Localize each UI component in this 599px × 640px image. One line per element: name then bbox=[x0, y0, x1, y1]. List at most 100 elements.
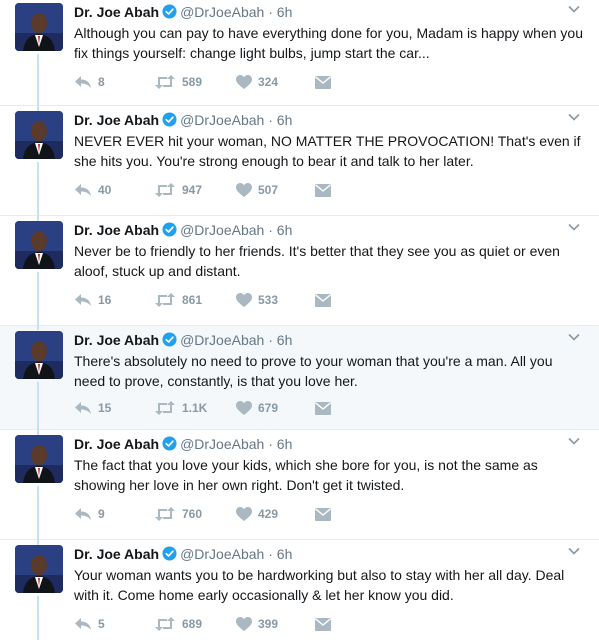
tweet[interactable]: Dr. Joe Abah @DrJoeAbah · 6h Never be to … bbox=[0, 216, 599, 326]
avatar[interactable] bbox=[15, 111, 63, 159]
retweet-icon bbox=[154, 183, 176, 197]
chevron-down-icon[interactable] bbox=[567, 330, 581, 344]
timestamp[interactable]: 6h bbox=[277, 546, 293, 562]
user-handle[interactable]: @DrJoeAbah bbox=[180, 4, 264, 20]
reply-button[interactable]: 16 bbox=[74, 290, 111, 310]
thread-connector bbox=[37, 596, 39, 640]
avatar[interactable] bbox=[15, 435, 63, 483]
like-button[interactable]: 399 bbox=[236, 614, 278, 634]
reply-icon bbox=[74, 507, 92, 521]
tweet-header: Dr. Joe Abah @DrJoeAbah · 6h bbox=[74, 545, 292, 565]
reply-count: 9 bbox=[98, 507, 105, 521]
like-count: 507 bbox=[258, 183, 279, 197]
direct-message-button[interactable] bbox=[315, 180, 331, 200]
envelope-icon bbox=[315, 183, 331, 197]
tweet-text: Never be to friendly to her friends. It'… bbox=[74, 243, 560, 279]
direct-message-button[interactable] bbox=[315, 504, 331, 524]
timestamp[interactable]: 6h bbox=[277, 4, 293, 20]
display-name[interactable]: Dr. Joe Abah bbox=[74, 436, 159, 452]
user-handle[interactable]: @DrJoeAbah bbox=[180, 332, 264, 348]
tweet[interactable]: Dr. Joe Abah @DrJoeAbah · 6h Your woman w… bbox=[0, 540, 599, 640]
direct-message-button[interactable] bbox=[315, 398, 331, 418]
retweet-count: 947 bbox=[182, 183, 203, 197]
retweet-button[interactable]: 1.1K bbox=[154, 398, 207, 418]
like-count: 429 bbox=[258, 507, 279, 521]
thread-connector bbox=[37, 486, 39, 540]
chevron-down-icon[interactable] bbox=[567, 110, 581, 124]
separator-dot: · bbox=[268, 222, 273, 238]
separator-dot: · bbox=[268, 546, 273, 562]
avatar[interactable] bbox=[15, 3, 63, 51]
tweet-header: Dr. Joe Abah @DrJoeAbah · 6h bbox=[74, 3, 292, 23]
retweet-count: 760 bbox=[182, 507, 203, 521]
direct-message-button[interactable] bbox=[315, 72, 331, 92]
separator-dot: · bbox=[268, 436, 273, 452]
like-button[interactable]: 507 bbox=[236, 180, 278, 200]
envelope-icon bbox=[315, 507, 331, 521]
tweet-text: NEVER EVER hit your woman, NO MATTER THE… bbox=[74, 133, 581, 169]
retweet-icon bbox=[154, 293, 176, 307]
like-button[interactable]: 679 bbox=[236, 398, 278, 418]
retweet-button[interactable]: 689 bbox=[154, 614, 202, 634]
heart-icon bbox=[236, 293, 252, 307]
display-name[interactable]: Dr. Joe Abah bbox=[74, 332, 159, 348]
like-count: 399 bbox=[258, 617, 279, 631]
user-handle[interactable]: @DrJoeAbah bbox=[180, 546, 264, 562]
user-handle[interactable]: @DrJoeAbah bbox=[180, 222, 264, 238]
like-button[interactable]: 324 bbox=[236, 72, 278, 92]
reply-count: 40 bbox=[98, 183, 112, 197]
tweet[interactable]: Dr. Joe Abah @DrJoeAbah · 6h The fact tha… bbox=[0, 430, 599, 540]
display-name[interactable]: Dr. Joe Abah bbox=[74, 112, 159, 128]
tweet-header: Dr. Joe Abah @DrJoeAbah · 6h bbox=[74, 331, 292, 351]
timestamp[interactable]: 6h bbox=[277, 436, 293, 452]
retweet-button[interactable]: 760 bbox=[154, 504, 202, 524]
tweet-header: Dr. Joe Abah @DrJoeAbah · 6h bbox=[74, 221, 292, 241]
user-handle[interactable]: @DrJoeAbah bbox=[180, 436, 264, 452]
retweet-count: 861 bbox=[182, 293, 203, 307]
reply-button[interactable]: 5 bbox=[74, 614, 105, 634]
like-button[interactable]: 429 bbox=[236, 504, 278, 524]
chevron-down-icon[interactable] bbox=[567, 2, 581, 16]
reply-count: 5 bbox=[98, 617, 105, 631]
heart-icon bbox=[236, 617, 252, 631]
chevron-down-icon[interactable] bbox=[567, 434, 581, 448]
direct-message-button[interactable] bbox=[315, 290, 331, 310]
reply-button[interactable]: 40 bbox=[74, 180, 111, 200]
tweet[interactable]: Dr. Joe Abah @DrJoeAbah · 6h NEVER EVER h… bbox=[0, 106, 599, 216]
retweet-button[interactable]: 861 bbox=[154, 290, 202, 310]
thread-connector bbox=[37, 272, 39, 326]
tweet[interactable]: Dr. Joe Abah @DrJoeAbah · 6h There's abso… bbox=[0, 326, 599, 430]
reply-button[interactable]: 8 bbox=[74, 72, 105, 92]
timestamp[interactable]: 6h bbox=[277, 112, 293, 128]
timestamp[interactable]: 6h bbox=[277, 222, 293, 238]
verified-badge-icon bbox=[162, 436, 177, 455]
direct-message-button[interactable] bbox=[315, 614, 331, 634]
chevron-down-icon[interactable] bbox=[567, 220, 581, 234]
timestamp[interactable]: 6h bbox=[277, 332, 293, 348]
like-count: 679 bbox=[258, 401, 279, 415]
display-name[interactable]: Dr. Joe Abah bbox=[74, 546, 159, 562]
user-handle[interactable]: @DrJoeAbah bbox=[180, 112, 264, 128]
display-name[interactable]: Dr. Joe Abah bbox=[74, 222, 159, 238]
reply-button[interactable]: 15 bbox=[74, 398, 111, 418]
like-count: 533 bbox=[258, 293, 279, 307]
reply-icon bbox=[74, 401, 92, 415]
reply-count: 15 bbox=[98, 401, 112, 415]
like-button[interactable]: 533 bbox=[236, 290, 278, 310]
reply-button[interactable]: 9 bbox=[74, 504, 105, 524]
tweet-header: Dr. Joe Abah @DrJoeAbah · 6h bbox=[74, 111, 292, 131]
verified-badge-icon bbox=[162, 112, 177, 131]
avatar[interactable] bbox=[15, 331, 63, 379]
retweet-button[interactable]: 589 bbox=[154, 72, 202, 92]
verified-badge-icon bbox=[162, 546, 177, 565]
reply-count: 16 bbox=[98, 293, 112, 307]
retweet-button[interactable]: 947 bbox=[154, 180, 202, 200]
display-name[interactable]: Dr. Joe Abah bbox=[74, 4, 159, 20]
verified-badge-icon bbox=[162, 332, 177, 351]
avatar[interactable] bbox=[15, 221, 63, 269]
tweet[interactable]: Dr. Joe Abah @DrJoeAbah · 6h Although you… bbox=[0, 0, 599, 106]
separator-dot: · bbox=[268, 332, 273, 348]
chevron-down-icon[interactable] bbox=[567, 544, 581, 558]
avatar[interactable] bbox=[15, 545, 63, 593]
tweet-text: There's absolutely no need to prove to y… bbox=[74, 353, 553, 389]
